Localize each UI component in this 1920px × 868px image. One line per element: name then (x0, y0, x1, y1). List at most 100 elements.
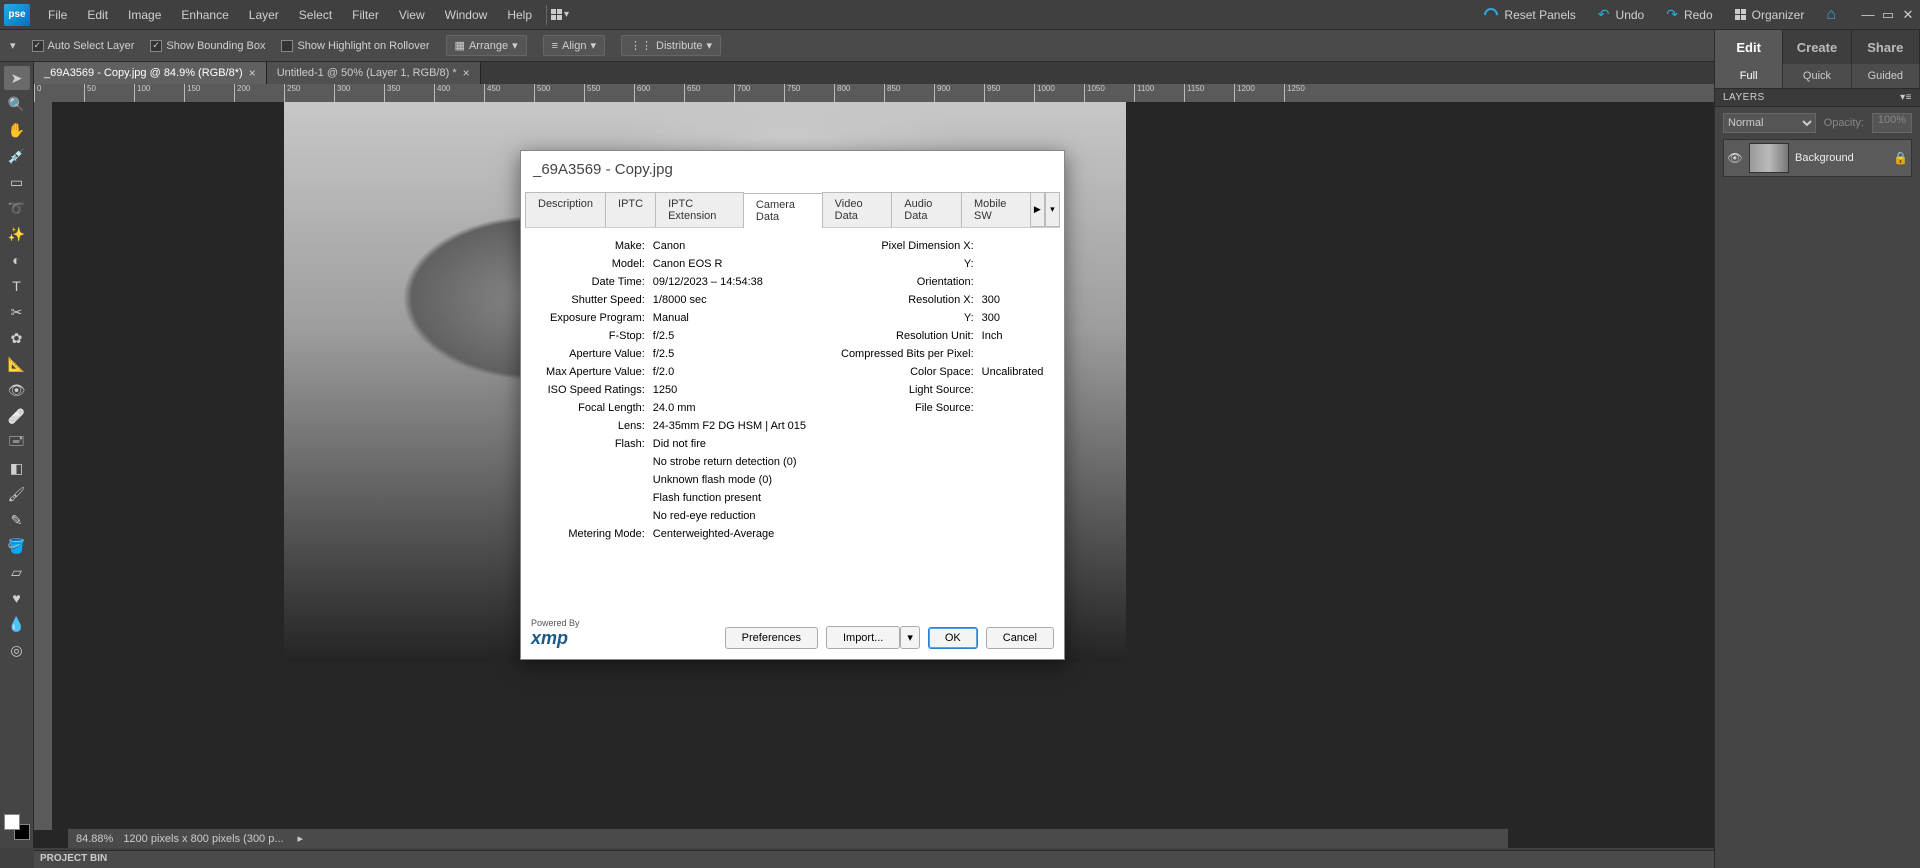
opacity-value[interactable]: 100% (1872, 113, 1912, 133)
field-value: 09/12/2023 – 14:54:38 (653, 276, 821, 288)
clone-stamp-tool[interactable]: 🖃 (4, 430, 30, 454)
brush-tool[interactable]: 🖌 (4, 482, 30, 506)
menu-file[interactable]: File (38, 0, 77, 30)
cancel-button[interactable]: Cancel (986, 627, 1054, 649)
align-dropdown[interactable]: ≡Align▾ (543, 35, 605, 56)
zoom-tool[interactable]: 🔍 (4, 92, 30, 116)
field-label (531, 456, 645, 468)
tabs-overflow-icon[interactable]: ▾ (1045, 192, 1060, 227)
visibility-toggle-icon[interactable]: 👁 (1727, 151, 1743, 165)
gradient-tool[interactable]: ▱ (4, 560, 30, 584)
sponge-tool[interactable]: ◎ (4, 638, 30, 662)
arrange-dropdown[interactable]: ▦Arrange▾ (446, 35, 527, 56)
field-value: Uncalibrated (982, 366, 1044, 378)
blur-tool[interactable]: 💧 (4, 612, 30, 636)
field-label: Resolution Unit: (841, 330, 974, 342)
color-swatches[interactable] (4, 814, 30, 840)
hand-tool[interactable]: ✋ (4, 118, 30, 142)
field-value: Unknown flash mode (0) (653, 474, 821, 486)
paint-bucket-tool[interactable]: 🪣 (4, 534, 30, 558)
dialog-tab-camera-data[interactable]: Camera Data (743, 193, 823, 228)
close-tab-icon[interactable]: × (463, 66, 470, 80)
minimize-button[interactable]: — (1860, 7, 1876, 23)
zoom-level[interactable]: 84.88% (76, 833, 113, 845)
blend-mode-select[interactable]: Normal (1723, 113, 1816, 133)
lasso-tool[interactable]: ➰ (4, 196, 30, 220)
home-button[interactable]: ⌂ (1818, 6, 1844, 24)
opacity-label: Opacity: (1824, 117, 1864, 129)
smart-brush-tool[interactable]: ✎ (4, 508, 30, 532)
spot-heal-tool[interactable]: 🩹 (4, 404, 30, 428)
crop-tool[interactable]: ✂ (4, 300, 30, 324)
dialog-tab-description[interactable]: Description (525, 192, 606, 227)
type-tool[interactable]: T (4, 274, 30, 298)
ruler-vertical (34, 102, 52, 830)
mode-tab-edit[interactable]: Edit (1715, 30, 1783, 64)
shape-tool[interactable]: ♥ (4, 586, 30, 610)
tabs-scroll-right-icon[interactable]: ▶ (1030, 192, 1045, 227)
move-tool[interactable]: ➤ (4, 66, 30, 90)
menu-select[interactable]: Select (289, 0, 342, 30)
import-button[interactable]: Import...▾ (826, 626, 920, 649)
eyedropper-tool[interactable]: 💉 (4, 144, 30, 168)
menu-enhance[interactable]: Enhance (171, 0, 238, 30)
menu-filter[interactable]: Filter (342, 0, 389, 30)
cookie-cutter-tool[interactable]: ✿ (4, 326, 30, 350)
status-menu-icon[interactable]: ▸ (298, 832, 304, 845)
menu-window[interactable]: Window (435, 0, 498, 30)
ok-button[interactable]: OK (928, 627, 978, 649)
project-bin-bar[interactable]: PROJECT BIN (34, 850, 1714, 868)
sub-tab-quick[interactable]: Quick (1783, 64, 1851, 88)
straighten-tool[interactable]: 📐 (4, 352, 30, 376)
menu-layer[interactable]: Layer (239, 0, 289, 30)
field-label: Compressed Bits per Pixel: (841, 348, 974, 360)
sub-tab-full[interactable]: Full (1715, 64, 1783, 88)
reset-panels-button[interactable]: Reset Panels (1476, 8, 1583, 22)
field-label: Y: (841, 312, 974, 324)
maximize-button[interactable]: ▭ (1880, 7, 1896, 23)
field-value: No strobe return detection (0) (653, 456, 821, 468)
menu-help[interactable]: Help (497, 0, 542, 30)
field-label: Y: (841, 258, 974, 270)
document-tab[interactable]: _69A3569 - Copy.jpg @ 84.9% (RGB/8*)× (34, 62, 267, 84)
distribute-dropdown[interactable]: ⋮⋮Distribute▾ (621, 35, 721, 56)
right-panel: EditCreateShare FullQuickGuided LAYERS▾≡… (1714, 30, 1920, 868)
close-tab-icon[interactable]: × (249, 66, 256, 80)
mode-tab-share[interactable]: Share (1852, 30, 1920, 64)
layout-icon[interactable] (551, 9, 562, 20)
dialog-tab-audio-data[interactable]: Audio Data (891, 192, 962, 227)
panel-menu-icon[interactable]: ▾≡ (1900, 92, 1912, 103)
import-dropdown-arrow[interactable]: ▾ (900, 626, 920, 649)
dialog-tab-iptc-extension[interactable]: IPTC Extension (655, 192, 744, 227)
close-button[interactable]: ✕ (1900, 7, 1916, 23)
sub-tab-guided[interactable]: Guided (1852, 64, 1920, 88)
field-value: Flash function present (653, 492, 821, 504)
document-tab[interactable]: Untitled-1 @ 50% (Layer 1, RGB/8) *× (267, 62, 481, 84)
undo-button[interactable]: ↶Undo (1590, 6, 1652, 23)
auto-select-layer-checkbox[interactable]: Auto Select Layer (32, 40, 135, 52)
dialog-tab-video-data[interactable]: Video Data (822, 192, 893, 227)
menu-view[interactable]: View (389, 0, 435, 30)
menu-image[interactable]: Image (118, 0, 171, 30)
show-bounding-box-checkbox[interactable]: Show Bounding Box (150, 40, 265, 52)
dialog-tab-iptc[interactable]: IPTC (605, 192, 656, 227)
field-value: 24.0 mm (653, 402, 821, 414)
marquee-tool[interactable]: ▭ (4, 170, 30, 194)
commit-icon[interactable]: ▾ (10, 39, 16, 52)
mode-tab-create[interactable]: Create (1783, 30, 1851, 64)
red-eye-tool[interactable]: 👁 (4, 378, 30, 402)
eraser-tool[interactable]: ◧ (4, 456, 30, 480)
menu-edit[interactable]: Edit (77, 0, 118, 30)
field-value (982, 384, 1044, 396)
foreground-color[interactable] (4, 814, 20, 830)
preferences-button[interactable]: Preferences (725, 627, 818, 649)
redo-icon: ↷ (1666, 6, 1678, 23)
redo-button[interactable]: ↷Redo (1658, 6, 1720, 23)
show-highlight-checkbox[interactable]: Show Highlight on Rollover (281, 40, 429, 52)
quick-select-tool[interactable]: ◐ (4, 248, 30, 272)
layer-row-background[interactable]: 👁 Background 🔒 (1723, 139, 1912, 177)
magic-wand-tool[interactable]: ✨ (4, 222, 30, 246)
organizer-button[interactable]: Organizer (1727, 8, 1813, 22)
dialog-tab-mobile-sw[interactable]: Mobile SW (961, 192, 1031, 227)
field-value (982, 258, 1044, 270)
